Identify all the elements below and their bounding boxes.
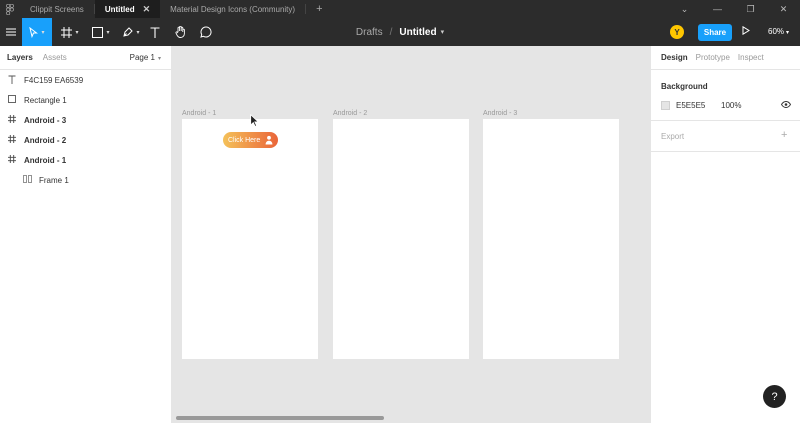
tab-bar: Clippit Screens Untitled ✕ Material Desi… — [0, 0, 800, 18]
chevron-down-icon: ▾ — [106, 29, 110, 36]
zoom-level: 60% — [768, 27, 785, 36]
page-selector-label: Page 1 — [129, 53, 155, 62]
minimize-icon[interactable]: — — [701, 4, 734, 14]
pen-icon — [122, 26, 134, 38]
chevron-down-icon: ▾ — [786, 30, 790, 36]
layer-name: F4C159 EA6539 — [24, 75, 84, 85]
tab-assets[interactable]: Assets — [43, 53, 67, 62]
chevron-down-icon: ▾ — [75, 29, 79, 36]
avatar[interactable]: Y — [670, 25, 684, 39]
present-play-icon[interactable] — [742, 25, 750, 37]
frame-android-3[interactable] — [483, 119, 619, 359]
background-hex-value[interactable]: E5E5E5 — [676, 101, 705, 110]
hand-tool-button[interactable] — [170, 18, 190, 46]
zoom-menu[interactable]: 60% ▾ — [768, 27, 789, 36]
chevron-down-icon: ▾ — [41, 29, 45, 36]
window-close-icon[interactable]: ✕ — [767, 4, 800, 15]
section-divider — [651, 151, 800, 152]
layer-item[interactable]: Rectangle 1 — [0, 90, 171, 110]
text-tool-icon — [150, 26, 160, 38]
frame-android-1[interactable]: Click Here — [182, 119, 318, 359]
frame-android-2[interactable] — [333, 119, 469, 359]
chevron-down-icon: ▾ — [157, 56, 161, 62]
restore-icon[interactable]: ❐ — [734, 4, 767, 15]
rectangle-icon — [7, 95, 17, 105]
tab-clippit-screens[interactable]: Clippit Screens — [20, 0, 94, 18]
main-menu-icon[interactable] — [0, 18, 22, 46]
tab-label: Clippit Screens — [30, 4, 84, 14]
layer-item[interactable]: Android - 2 — [0, 130, 171, 150]
horizontal-scrollbar[interactable] — [176, 416, 384, 420]
comment-tool-button[interactable] — [196, 18, 216, 46]
window-controls: ⌄ — ❐ ✕ — [668, 0, 800, 18]
move-tool-button[interactable]: ▾ — [22, 18, 52, 46]
layer-name: Rectangle 1 — [24, 95, 67, 105]
tab-material-design-icons[interactable]: Material Design Icons (Community) — [160, 0, 305, 18]
frame-label[interactable]: Android - 3 — [483, 110, 517, 117]
cursor-arrow-icon — [29, 26, 39, 38]
auto-layout-icon — [22, 175, 32, 185]
tab-label: Untitled — [104, 4, 135, 14]
frame-icon — [7, 155, 17, 165]
layer-item[interactable]: Android - 1 — [0, 150, 171, 170]
eye-icon[interactable] — [780, 101, 792, 110]
shape-tool-button[interactable]: ▾ — [88, 18, 114, 46]
breadcrumb-drafts[interactable]: Drafts — [356, 27, 383, 38]
rectangle-icon — [92, 26, 104, 38]
tab-untitled[interactable]: Untitled ✕ — [94, 0, 161, 18]
click-here-button[interactable]: Click Here — [223, 132, 278, 148]
tab-label: Material Design Icons (Community) — [170, 4, 296, 14]
layers-panel: Layers Assets Page 1 ▾ F4C159 EA6539 Rect… — [0, 46, 172, 423]
button-label: Click Here — [228, 136, 261, 144]
file-name[interactable]: Untitled — [399, 27, 436, 38]
breadcrumb-separator: / — [389, 26, 393, 38]
close-icon[interactable]: ✕ — [143, 4, 151, 15]
layer-name: Android - 1 — [24, 155, 67, 165]
chevron-down-icon[interactable]: ⌄ — [668, 4, 701, 15]
tab-inspect[interactable]: Inspect — [738, 53, 764, 62]
chevron-down-icon: ▾ — [136, 29, 140, 36]
layer-item[interactable]: Frame 1 — [0, 170, 171, 190]
layer-item[interactable]: Android - 3 — [0, 110, 171, 130]
text-icon — [7, 75, 17, 86]
design-panel: Design Prototype Inspect Background E5E5… — [650, 46, 800, 423]
page-selector[interactable]: Page 1 ▾ — [130, 53, 161, 62]
person-icon — [265, 135, 273, 147]
export-title: Export — [661, 132, 685, 141]
help-button[interactable]: ? — [763, 385, 786, 408]
pen-tool-button[interactable]: ▾ — [118, 18, 144, 46]
layer-name: Android - 2 — [24, 135, 67, 145]
left-panel-tabs: Layers Assets Page 1 ▾ — [0, 46, 171, 70]
background-title: Background — [661, 82, 708, 91]
background-opacity-value[interactable]: 100% — [721, 101, 741, 110]
tab-layers[interactable]: Layers — [7, 53, 33, 62]
chevron-down-icon[interactable]: ▾ — [441, 28, 445, 36]
frame-label[interactable]: Android - 1 — [182, 110, 216, 117]
right-panel-tabs: Design Prototype Inspect — [651, 46, 800, 70]
text-tool-button[interactable] — [146, 18, 164, 46]
comment-icon — [200, 26, 212, 38]
share-button[interactable]: Share — [698, 24, 732, 41]
frame-label[interactable]: Android - 2 — [333, 110, 367, 117]
canvas[interactable]: Android - 1 Click Here Android - 2 Andro… — [172, 46, 650, 423]
new-tab-icon[interactable]: + — [306, 3, 332, 15]
mouse-cursor-icon — [250, 113, 260, 129]
frame-icon — [7, 115, 17, 125]
tab-design[interactable]: Design — [661, 53, 688, 62]
layer-name: Frame 1 — [39, 175, 69, 185]
frame-hash-icon — [61, 26, 73, 38]
background-color-swatch[interactable] — [661, 101, 670, 110]
tab-prototype[interactable]: Prototype — [696, 53, 730, 62]
frame-icon — [7, 135, 17, 145]
frame-tool-button[interactable]: ▾ — [56, 18, 84, 46]
section-divider — [651, 120, 800, 121]
hand-icon — [174, 26, 186, 38]
layer-name: Android - 3 — [24, 115, 67, 125]
layer-item[interactable]: F4C159 EA6539 — [0, 70, 171, 90]
add-export-icon[interactable]: + — [781, 129, 787, 141]
figma-menu-icon[interactable] — [0, 0, 20, 18]
